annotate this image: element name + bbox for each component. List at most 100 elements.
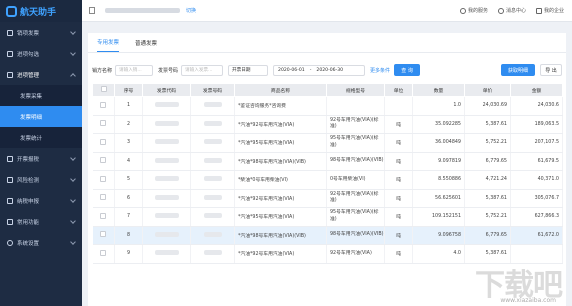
export-button[interactable]: 导 出 [540,64,562,76]
row-checkbox[interactable] [92,96,115,116]
message-center-button[interactable]: 消息中心 [497,7,526,14]
date-to: 2020-06-30 [316,67,344,73]
sidebar-item-risk-check[interactable]: 风险检测 [0,169,82,190]
sidebar-item-label: 销项发票 [17,30,40,37]
my-service-button[interactable]: 我的服务 [459,7,488,14]
date-range-picker[interactable]: 2020-06-01 - 2020-06-30 [273,64,366,76]
tab-special-invoice[interactable]: 专用发票 [97,38,120,52]
company-name-blurred [105,8,180,13]
table-row[interactable]: 7 *汽油*95号车用汽油(VIA) 95号车用汽油(VIA)(标准) 吨 109.15… [92,207,563,227]
watermark-url: www.xiazaiba.com [500,297,556,304]
col-header-goods-name: 商品名称 [234,83,327,97]
cell-qty: 8.550886 [412,170,465,190]
cell-unit [384,96,413,116]
cell-spec: 98号车用汽油(VIA)(VIB) [326,152,385,171]
cell-no: 6 [114,189,143,208]
table-row[interactable]: 1 *鉴证咨询服务*咨询费 1.0 24,030.69 24,030.6 [92,96,563,116]
sidebar-item-label: 纳税申报 [17,198,40,205]
switch-company-link[interactable]: 切换 [186,7,196,14]
cell-no: 4 [114,152,143,171]
cell-invoice-code [142,96,191,116]
cell-qty: 4.0 [412,244,465,264]
row-checkbox[interactable] [92,244,115,264]
blurred-value [154,176,179,182]
cell-price: 5,752.21 [464,133,511,153]
blurred-value [154,102,179,108]
blurred-value [203,176,222,182]
cell-goods-name: *汽油*92号车用汽油(VIA) [234,115,327,134]
table-row[interactable]: 4 *汽油*98号车用汽油(VIA)(VIB) 98号车用汽油(VIA)(VIB) 吨… [92,152,563,171]
cell-qty: 36.004849 [412,133,465,153]
cell-amount: 189,063.5 [510,115,563,134]
fetch-detail-button[interactable]: 获取明细 [501,64,535,76]
table-row[interactable]: 5 *柴油*0号车用柴油(VI) 0号车用柴油(VI) 吨 8.550886 4,721.… [92,170,563,190]
sidebar-item-input-management[interactable]: 进项管理 [0,64,82,85]
cell-no: 8 [114,226,143,245]
sidebar-subitem-invoice-detail[interactable]: 发票明细 [0,106,82,127]
cell-spec: 98号车用汽油(VIA)(VIB) [326,226,385,245]
app-logo[interactable]: 航天助手 [0,0,82,22]
more-conditions-link[interactable]: 更多条件 [370,67,390,74]
blurred-value [203,250,222,256]
table-row[interactable]: 8 *汽油*98号车用汽油(VIA)(VIB) 98号车用汽油(VIA)(VIB) 吨… [92,226,563,245]
checkbox-icon [100,138,107,145]
sidebar-item-settings[interactable]: 系统设置 [0,232,82,253]
row-checkbox[interactable] [92,115,115,134]
checklist-icon [7,50,13,57]
select-all-checkbox[interactable] [92,83,115,97]
gear-icon [7,239,13,246]
sidebar-item-tax-declare[interactable]: 纳税申报 [0,190,82,211]
cell-goods-name: *汽油*95号车用汽油(VIA) [234,133,327,153]
cell-invoice-no [190,189,235,208]
sidebar-item-input-select[interactable]: 进项勾选 [0,43,82,64]
search-button[interactable]: 查 询 [394,64,421,76]
document-icon [7,197,13,204]
seller-input[interactable]: 请输入销... [115,64,154,76]
sidebar-item-common[interactable]: 常用功能 [0,211,82,232]
cell-no: 2 [114,115,143,134]
cell-invoice-no [190,115,235,134]
tab-normal-invoice[interactable]: 普通发票 [135,39,157,52]
building-icon [535,7,542,14]
table-row[interactable]: 6 *汽油*92号车用汽油(VIA) 92号车用汽油(VIA)(标准) 吨 56.625… [92,189,563,208]
cell-price: 5,752.21 [464,207,511,227]
cell-price: 5,387.61 [464,189,511,208]
row-checkbox[interactable] [92,207,115,227]
sidebar-item-tax-filing[interactable]: 开票报税 [0,148,82,169]
date-type-select[interactable]: 开票日期 [228,64,269,76]
row-checkbox[interactable] [92,133,115,153]
row-checkbox[interactable] [92,189,115,208]
table-row[interactable]: 2 *汽油*92号车用汽油(VIA) 92号车用汽油(VIA)(标准) 吨 35.092… [92,115,563,134]
cell-invoice-code [142,133,191,153]
date-from: 2020-06-01 [278,67,305,73]
checkbox-icon [100,231,107,238]
my-company-button[interactable]: 我的企业 [535,7,564,14]
col-header-qty: 数量 [412,83,465,97]
filter-bar: 销方名称 请输入销... 发票号码 请输入发票... 开票日期 2020-06-… [92,63,562,77]
heart-icon [459,7,466,14]
chevron-down-icon [70,176,76,182]
row-checkbox[interactable] [92,226,115,245]
cell-unit: 吨 [384,189,413,208]
cell-qty: 9.097819 [412,152,465,171]
sidebar-item-sales-invoice[interactable]: 销项发票 [0,22,82,43]
row-checkbox[interactable] [92,152,115,171]
col-header-spec: 规格型号 [326,83,385,97]
sidebar-subitem-invoice-collect[interactable]: 发票采集 [0,85,82,106]
sidebar-subitem-invoice-stats[interactable]: 发票统计 [0,127,82,148]
topbar-actions: 我的服务 消息中心 我的企业 [459,7,564,14]
cell-invoice-no [190,96,235,116]
blurred-value [154,213,179,219]
cell-invoice-code [142,207,191,227]
cell-spec [326,96,385,116]
checkbox-icon [100,194,107,201]
chevron-down-icon [70,50,76,56]
invoice-no-input[interactable]: 请输入发票... [181,64,224,76]
sidebar-item-label: 进项勾选 [17,51,40,58]
company-icon [89,7,95,14]
row-checkbox[interactable] [92,170,115,190]
cell-goods-name: *汽油*98号车用汽油(VIA)(VIB) [234,152,327,171]
blurred-value [203,139,222,145]
cell-amount: 207,107.5 [510,133,563,153]
table-row[interactable]: 3 *汽油*95号车用汽油(VIA) 95号车用汽油(VIA)(标准) 吨 36.004… [92,133,563,153]
